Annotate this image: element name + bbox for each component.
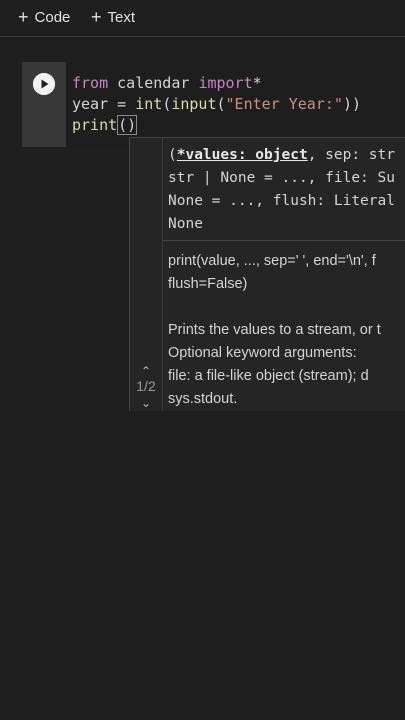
divider xyxy=(163,240,405,241)
signature-token: None xyxy=(168,216,203,232)
signature-line: str | None = ..., file: Su xyxy=(168,167,405,190)
code-token: )) xyxy=(342,95,361,113)
chevron-up-icon[interactable]: ⌃ xyxy=(139,364,153,378)
signature-pager: ⌃ 1/2 ⌄ xyxy=(130,138,163,411)
code-token: "Enter Year:" xyxy=(225,95,343,113)
code-token: print xyxy=(72,116,118,134)
add-text-button[interactable]: + Text xyxy=(91,6,135,28)
cell-gutter xyxy=(22,62,66,147)
add-code-button[interactable]: + Code xyxy=(18,6,70,28)
play-icon xyxy=(33,73,55,95)
code-token: () xyxy=(117,115,138,135)
docstring-line: flush=False) xyxy=(168,276,248,292)
signature-line: None xyxy=(168,213,405,236)
docstring-line: Prints the values to a stream, or t xyxy=(168,322,381,338)
code-token: from xyxy=(72,74,109,92)
code-token: * xyxy=(252,74,262,92)
code-line: from calendar import* xyxy=(72,73,262,94)
code-token: import xyxy=(198,74,253,92)
signature-text: (*values: object, sep: str str | None = .… xyxy=(168,144,405,236)
code-cell[interactable]: from calendar import* year = int(input("E… xyxy=(22,62,405,147)
code-line: print() xyxy=(72,115,138,136)
signature-page-count: 1/2 xyxy=(136,378,156,394)
docstring-line: Optional keyword arguments: xyxy=(168,345,357,361)
code-editor[interactable]: from calendar import* year = int(input("E… xyxy=(66,62,405,147)
signature-line: None = ..., flush: Literal xyxy=(168,190,405,213)
code-token: ( xyxy=(162,95,172,113)
docstring-line xyxy=(168,296,405,319)
signature-token: , sep: str xyxy=(307,147,395,163)
notebook-toolbar: + Code + Text xyxy=(0,0,405,37)
code-token: calendar xyxy=(108,74,199,92)
docstring-line: sys.stdout. xyxy=(168,391,238,407)
add-code-label: Code xyxy=(34,8,71,26)
docstring-line: print(value, ..., sep=' ', end='\n', f xyxy=(168,253,376,269)
add-text-label: Text xyxy=(107,8,136,26)
active-parameter: *values: object xyxy=(176,147,308,163)
signature-token: ( xyxy=(168,147,177,163)
signature-token: None = ..., flush: Literal xyxy=(168,193,395,209)
code-token: year = xyxy=(72,95,136,113)
code-token: ( xyxy=(216,95,226,113)
plus-icon: + xyxy=(18,7,29,27)
signature-line: (*values: object, sep: str xyxy=(168,144,405,167)
chevron-down-icon[interactable]: ⌄ xyxy=(139,396,153,410)
run-cell-button[interactable] xyxy=(33,73,55,95)
plus-icon: + xyxy=(91,7,102,27)
docstring-line: file: a file-like object (stream); d xyxy=(168,368,369,384)
signature-help-popup: ⌃ 1/2 ⌄ (*values: object, sep: str str | … xyxy=(129,137,405,411)
code-token: input xyxy=(171,95,217,113)
code-token: int xyxy=(135,95,163,113)
code-line: year = int(input("Enter Year:")) xyxy=(72,94,361,115)
signature-token: str | None = ..., file: Su xyxy=(168,170,395,186)
docstring-text: print(value, ..., sep=' ', end='\n', f fl… xyxy=(168,250,405,411)
